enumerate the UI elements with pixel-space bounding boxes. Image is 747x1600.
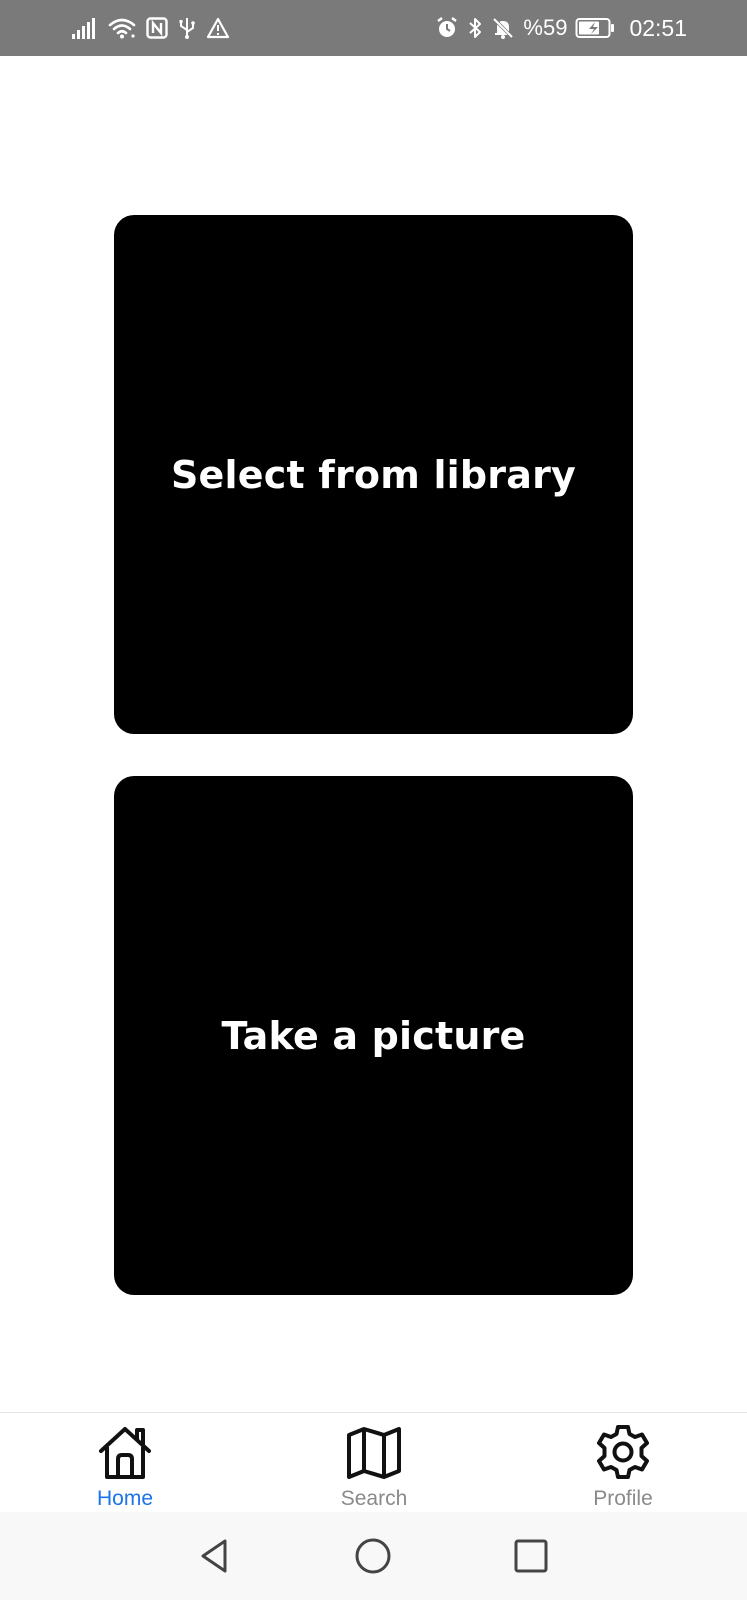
gear-icon: [594, 1423, 652, 1481]
tab-search[interactable]: Search: [304, 1423, 444, 1511]
select-from-library-label: Select from library: [170, 452, 576, 497]
battery-percent: %59: [523, 15, 568, 40]
map-icon: [345, 1423, 403, 1481]
take-a-picture-label: Take a picture: [221, 1013, 526, 1058]
home-circle-icon[interactable]: [353, 1536, 393, 1576]
tab-home-label: Home: [96, 1487, 154, 1510]
tab-profile[interactable]: Profile: [553, 1423, 693, 1511]
home-icon: [96, 1423, 154, 1481]
nfc-icon: [146, 17, 168, 39]
tab-home[interactable]: Home: [55, 1423, 195, 1511]
bottom-tab-bar: Home Search Profile: [0, 1412, 747, 1513]
battery-charging-icon: [575, 17, 615, 39]
take-a-picture-button[interactable]: Take a picture: [114, 776, 633, 1295]
bluetooth-icon: [467, 16, 483, 40]
alarm-icon: [435, 16, 459, 40]
status-bar: %59 02:51: [0, 0, 747, 56]
recents-square-icon[interactable]: [511, 1536, 551, 1576]
tab-profile-label: Profile: [593, 1487, 653, 1510]
select-from-library-button[interactable]: Select from library: [114, 215, 633, 734]
bell-off-icon: [491, 16, 515, 40]
app-screen: %59 02:51 Select from library Take a pic…: [0, 0, 747, 1600]
wifi-icon: [108, 17, 136, 39]
warning-icon: [206, 17, 230, 39]
clock: 02:51: [629, 15, 687, 41]
signal-icon: [72, 17, 98, 39]
system-navigation-bar: [0, 1512, 747, 1600]
status-left-group: [72, 14, 230, 42]
back-triangle-icon[interactable]: [195, 1536, 235, 1576]
usb-icon: [178, 16, 196, 40]
tab-search-label: Search: [340, 1487, 408, 1510]
status-right-group: %59 02:51: [435, 14, 687, 42]
